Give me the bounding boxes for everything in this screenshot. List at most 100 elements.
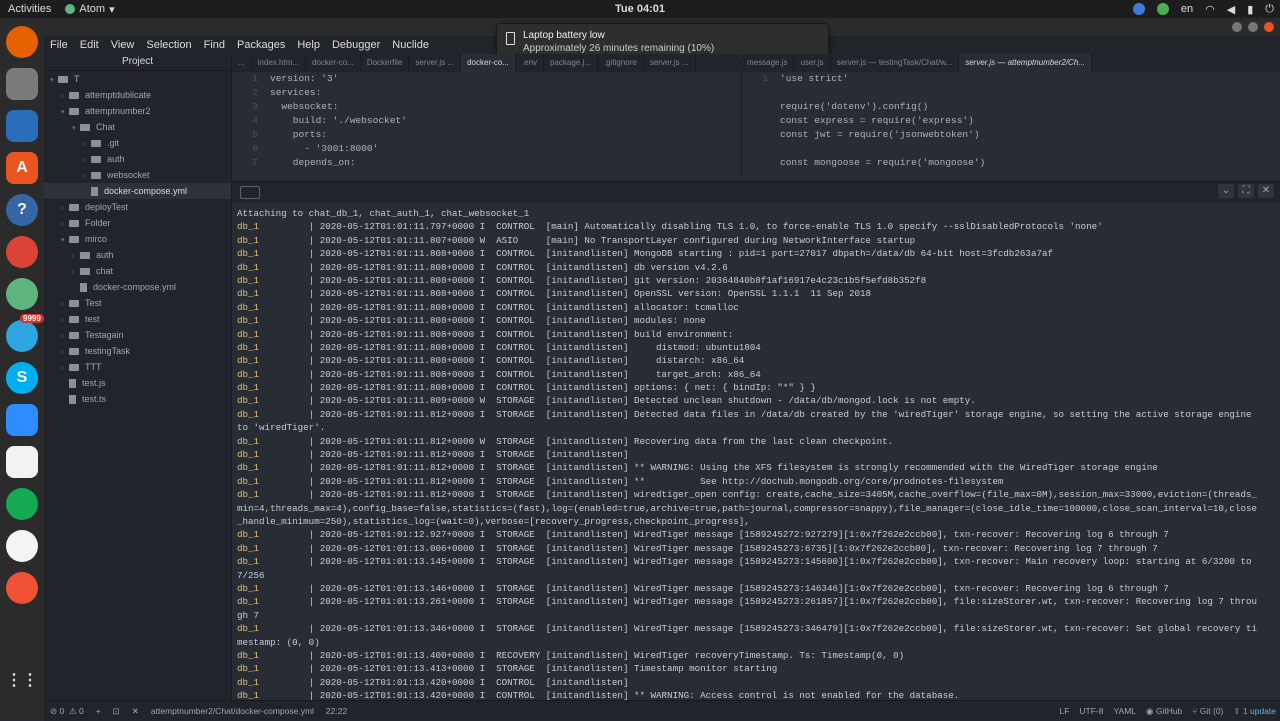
zoom-icon[interactable] bbox=[6, 404, 38, 436]
check-icon[interactable] bbox=[1156, 3, 1169, 15]
minimize-icon[interactable] bbox=[1232, 22, 1242, 32]
file-tree-folder[interactable]: › .git bbox=[44, 135, 231, 151]
file-tree-folder[interactable]: › testingTask bbox=[44, 343, 231, 359]
slack-icon[interactable] bbox=[6, 530, 38, 562]
service-prefix: db_1 bbox=[237, 234, 260, 246]
line-ending[interactable]: LF bbox=[1059, 706, 1069, 717]
grammar[interactable]: YAML bbox=[1114, 706, 1137, 717]
editor-tab[interactable]: Dockerfile bbox=[361, 54, 410, 72]
dropbox-icon[interactable] bbox=[1132, 3, 1145, 15]
git-button[interactable]: ⑂ Git (0) bbox=[1192, 706, 1223, 717]
editor-tab[interactable]: index.htm... bbox=[252, 54, 307, 72]
editor-tab[interactable]: docker-co... bbox=[306, 54, 361, 72]
file-tree-file[interactable]: docker-compose.yml bbox=[44, 279, 231, 295]
postman-icon[interactable] bbox=[6, 572, 38, 604]
editor-tab[interactable]: server.js — attemptnumber2/Ch... bbox=[959, 54, 1092, 72]
keyboard-icon[interactable] bbox=[240, 186, 260, 199]
editor-tab[interactable]: .env bbox=[516, 54, 545, 72]
file-tree-folder[interactable]: › test bbox=[44, 311, 231, 327]
terminal-output[interactable]: Attaching to chat_db_1, chat_auth_1, cha… bbox=[232, 207, 1280, 701]
close-panel-icon[interactable]: ✕ bbox=[1258, 184, 1274, 198]
firefox-icon[interactable] bbox=[6, 26, 38, 58]
log-text: | 2020-05-12T01:01:13.006+0000 I STORAGE… bbox=[259, 542, 1158, 554]
wifi-icon[interactable]: ◠ bbox=[1205, 3, 1215, 16]
editor-tab[interactable]: server.js ... bbox=[644, 54, 696, 72]
close-icon[interactable] bbox=[1264, 22, 1274, 32]
show-applications-icon[interactable]: ⋮⋮ bbox=[6, 664, 38, 696]
battery-icon[interactable]: ▮ bbox=[1247, 3, 1253, 16]
file-tree-folder[interactable]: › deployTest bbox=[44, 199, 231, 215]
terminal-line: db_1 | 2020-05-12T01:01:12.927+0000 I ST… bbox=[237, 528, 1280, 541]
update-button[interactable]: ⇪ 1 update bbox=[1233, 706, 1276, 717]
atom-icon[interactable] bbox=[6, 278, 38, 310]
file-tree-folder[interactable]: ▾ attemptnumber2 bbox=[44, 103, 231, 119]
file-tree-folder[interactable]: › websocket bbox=[44, 167, 231, 183]
terminal-line: db_1 | 2020-05-12T01:01:13.346+0000 I ST… bbox=[237, 622, 1280, 635]
menu-packages[interactable]: Packages bbox=[231, 39, 291, 51]
editor-tab[interactable]: .gitignore bbox=[598, 54, 644, 72]
file-tree-folder[interactable]: › Folder bbox=[44, 215, 231, 231]
language-indicator[interactable]: en bbox=[1181, 3, 1193, 15]
file-tree-folder[interactable]: › Test bbox=[44, 295, 231, 311]
file-path[interactable]: attemptnumber2/Chat/docker-compose.yml bbox=[145, 706, 320, 716]
line-number: 7 bbox=[252, 157, 258, 168]
menu-nuclide[interactable]: Nuclide bbox=[386, 39, 435, 51]
software-center-icon[interactable]: A bbox=[6, 152, 38, 184]
file-tree-folder[interactable]: ▾ T bbox=[44, 71, 231, 87]
menu-edit[interactable]: Edit bbox=[74, 39, 105, 51]
editor-tab[interactable]: server.js — testingTask/Chat/w... bbox=[831, 54, 960, 72]
file-tree-folder[interactable]: › auth bbox=[44, 151, 231, 167]
chevron-down-icon[interactable]: ⌄ bbox=[1218, 184, 1234, 198]
chrome-icon[interactable] bbox=[6, 236, 38, 268]
github-button[interactable]: ◉ GitHub bbox=[1146, 706, 1182, 717]
service-prefix: db_1 bbox=[237, 449, 260, 461]
menu-view[interactable]: View bbox=[105, 39, 141, 51]
menu-debugger[interactable]: Debugger bbox=[326, 39, 386, 51]
maximize-panel-icon[interactable]: ⛶ bbox=[1238, 184, 1254, 198]
close-icon[interactable]: ✕ bbox=[126, 706, 145, 717]
menu-help[interactable]: Help bbox=[291, 39, 326, 51]
terminal-icon[interactable]: ⊡ bbox=[107, 706, 126, 717]
diagnostics[interactable]: ⊘ 0 ⚠ 0 bbox=[44, 706, 90, 717]
activities-button[interactable]: Activities bbox=[0, 3, 59, 15]
files-icon[interactable] bbox=[6, 68, 38, 100]
file-tree-file[interactable]: test.js bbox=[44, 375, 231, 391]
add-icon[interactable]: + bbox=[90, 706, 107, 716]
terminal-line: db_1 | 2020-05-12T01:01:13.146+0000 I ST… bbox=[237, 582, 1280, 595]
file-tree-folder[interactable]: › attemptdublicate bbox=[44, 87, 231, 103]
service-prefix: db_1 bbox=[237, 288, 260, 300]
power-icon[interactable]: ⏻ bbox=[1265, 3, 1274, 16]
writer-icon[interactable] bbox=[6, 110, 38, 142]
telegram-icon[interactable]: 9999 bbox=[6, 314, 44, 352]
editor-left[interactable]: 1 version: '3' 2 services: 3 websocket: 4 bui… bbox=[232, 72, 740, 176]
volume-icon[interactable]: ◀ bbox=[1227, 3, 1235, 16]
skype-icon[interactable]: S bbox=[6, 362, 38, 394]
help-icon[interactable]: ? bbox=[6, 194, 38, 226]
file-tree-file[interactable]: test.ts bbox=[44, 391, 231, 407]
menu-find[interactable]: Find bbox=[198, 39, 231, 51]
clock[interactable]: Tue 04:01 bbox=[615, 3, 665, 15]
code-line: 1 'use strict' bbox=[742, 72, 1280, 86]
editor-tab[interactable]: docker-co... bbox=[461, 54, 516, 72]
file-tree-folder[interactable]: › Testagain bbox=[44, 327, 231, 343]
editor-tab[interactable]: server.js ... bbox=[409, 54, 462, 72]
menu-selection[interactable]: Selection bbox=[140, 39, 197, 51]
file-tree-folder[interactable]: › auth bbox=[44, 247, 231, 263]
file-tree-file[interactable]: docker-compose.yml bbox=[44, 183, 231, 199]
editor-tab[interactable]: message.js bbox=[741, 54, 795, 72]
file-tree-folder[interactable]: › chat bbox=[44, 263, 231, 279]
app-menu[interactable]: Atom ▾ bbox=[65, 3, 115, 16]
editor-tab[interactable]: package.j... bbox=[544, 54, 598, 72]
mongodb-compass-icon[interactable] bbox=[6, 488, 38, 520]
encoding[interactable]: UTF-8 bbox=[1079, 706, 1103, 717]
menu-file[interactable]: File bbox=[44, 39, 74, 51]
cursor-position[interactable]: 22:22 bbox=[320, 706, 353, 716]
file-tree-folder[interactable]: ▾ mirco bbox=[44, 231, 231, 247]
editor-tab[interactable]: user.js bbox=[794, 54, 831, 72]
maximize-icon[interactable] bbox=[1248, 22, 1258, 32]
editor-tab[interactable]: ... bbox=[232, 54, 252, 72]
notes-icon[interactable] bbox=[6, 446, 38, 478]
editor-right[interactable]: 1 'use strict' require('dotenv').config() c… bbox=[741, 72, 1280, 176]
file-tree-folder[interactable]: › TTT bbox=[44, 359, 231, 375]
file-tree-folder[interactable]: ▾ Chat bbox=[44, 119, 231, 135]
